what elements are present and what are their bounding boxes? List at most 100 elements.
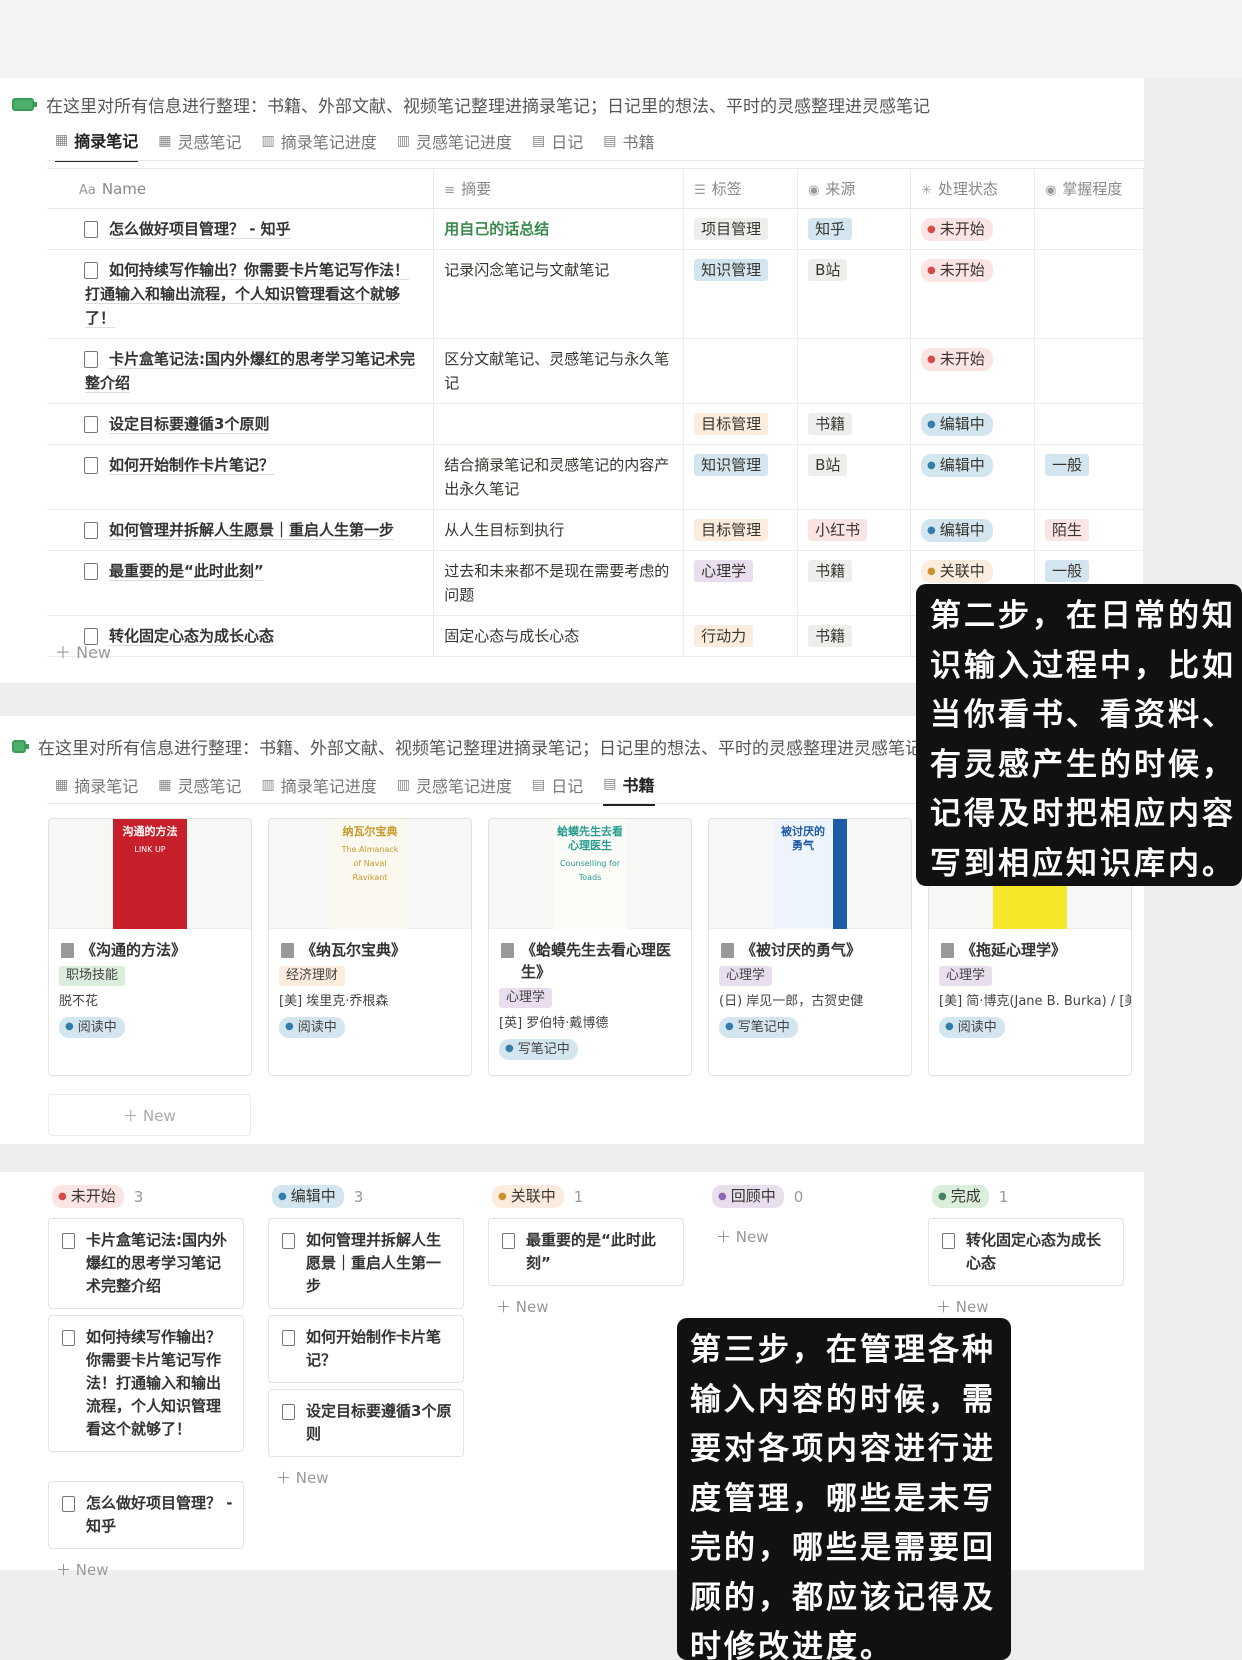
row-name[interactable]: 怎么做好项目管理？ - 知乎 — [85, 217, 423, 241]
row-mastery-cell[interactable]: 一般 — [1034, 444, 1145, 510]
tab-2[interactable]: ▥ 摘录笔记进度 — [262, 128, 377, 162]
tab-3[interactable]: ▥ 灵感笔记进度 — [397, 772, 512, 806]
table-new-row-button[interactable]: ＋ New — [55, 639, 111, 663]
book-card[interactable]: 被讨厌的勇气《被讨厌的勇气》心理学 (日) 岸见一郎，古贺史健写笔记中 — [708, 818, 912, 1076]
row-tag-cell[interactable] — [683, 338, 799, 404]
row-name-cell[interactable]: 设定目标要遵循3个原则 — [47, 403, 435, 445]
row-tag-cell[interactable]: 行动力 — [683, 615, 799, 657]
row-name-cell[interactable]: 如何管理并拆解人生愿景｜重启人生第一步 — [47, 509, 435, 551]
board-new-button[interactable]: ＋ New — [276, 1467, 329, 1488]
row-mastery-cell[interactable] — [1034, 208, 1145, 250]
row-name[interactable]: 设定目标要遵循3个原则 — [85, 412, 423, 436]
board-new-button[interactable]: ＋ New — [56, 1559, 109, 1580]
tab-1[interactable]: ▦ 灵感笔记 — [158, 772, 241, 806]
row-name-cell[interactable]: 如何持续写作输出？你需要卡片笔记写作法！打通输入和输出流程，个人知识管理看这个就… — [47, 249, 435, 339]
board-card[interactable]: 如何持续写作输出？你需要卡片笔记写作法！打通输入和输出流程，个人知识管理看这个就… — [48, 1315, 244, 1452]
tab-4[interactable]: ▤ 日记 — [532, 128, 583, 162]
column-header-0[interactable]: Aa Name — [47, 168, 435, 209]
row-source-cell[interactable]: 小红书 — [797, 509, 912, 551]
board-card[interactable]: 如何开始制作卡片笔记？ — [268, 1315, 464, 1383]
board-column-header[interactable]: 未开始 3 — [52, 1185, 143, 1208]
row-tag-cell[interactable]: 项目管理 — [683, 208, 799, 250]
row-name-cell[interactable]: 如何开始制作卡片笔记？ — [47, 444, 435, 510]
book-title[interactable]: 《蛤蟆先生去看心理医生》 — [489, 929, 691, 983]
row-name[interactable]: 如何管理并拆解人生愿景｜重启人生第一步 — [85, 518, 423, 542]
row-source-cell[interactable]: 书籍 — [797, 550, 912, 616]
row-source-cell[interactable]: B站 — [797, 444, 912, 510]
table-row[interactable]: 卡片盒笔记法:国内外爆红的思考学习笔记术完整介绍 区分文献笔记、灵感笔记与永久笔记… — [47, 338, 1145, 404]
table-row[interactable]: 如何管理并拆解人生愿景｜重启人生第一步 从人生目标到执行 目标管理 小红书 编辑中 陌生 — [47, 509, 1145, 551]
column-header-3[interactable]: ◉ 来源 — [797, 168, 912, 209]
board-column-header[interactable]: 关联中 1 — [492, 1185, 583, 1208]
tab-4[interactable]: ▤ 日记 — [532, 772, 583, 806]
row-tag-cell[interactable]: 知识管理 — [683, 444, 799, 510]
book-card[interactable]: 沟通的方法 LINK UP 《沟通的方法》职场技能脱不花阅读中 — [48, 818, 252, 1076]
book-card[interactable]: 蛤蟆先生去看心理医生 Counselling for Toads 《蛤蟆先生去看心理… — [488, 818, 692, 1076]
row-status-cell[interactable]: 未开始 — [910, 208, 1035, 250]
column-header-1[interactable]: ≡ 摘要 — [433, 168, 685, 209]
row-tag-cell[interactable]: 目标管理 — [683, 403, 799, 445]
row-summary-cell[interactable]: 过去和未来都不是现在需要考虑的问题 — [433, 550, 685, 616]
column-header-4[interactable]: ✳ 处理状态 — [910, 168, 1035, 209]
row-source-cell[interactable] — [797, 338, 912, 404]
row-status-cell[interactable]: 编辑中 — [910, 509, 1035, 551]
tab-5[interactable]: ▤ 书籍 — [603, 772, 655, 806]
table-row[interactable]: 如何持续写作输出？你需要卡片笔记写作法！打通输入和输出流程，个人知识管理看这个就… — [47, 249, 1145, 339]
table-row[interactable]: 怎么做好项目管理？ - 知乎 用自己的话总结 项目管理 知乎 未开始 — [47, 208, 1145, 250]
column-header-2[interactable]: ☰ 标签 — [683, 168, 799, 209]
board-column-header[interactable]: 回顾中 0 — [712, 1185, 803, 1208]
tab-1[interactable]: ▦ 灵感笔记 — [158, 128, 241, 162]
column-header-5[interactable]: ◉ 掌握程度 — [1034, 168, 1145, 209]
row-tag-cell[interactable]: 目标管理 — [683, 509, 799, 551]
row-tag-cell[interactable]: 知识管理 — [683, 249, 799, 339]
board-card[interactable]: 卡片盒笔记法:国内外爆红的思考学习笔记术完整介绍 — [48, 1218, 244, 1309]
gallery-new-button[interactable]: ＋ New — [48, 1094, 251, 1136]
tab-0[interactable]: ▦ 摘录笔记 — [55, 772, 138, 806]
board-new-button[interactable]: ＋ New — [716, 1226, 769, 1247]
row-mastery-cell[interactable] — [1034, 249, 1145, 339]
row-status-cell[interactable]: 编辑中 — [910, 444, 1035, 510]
row-summary-cell[interactable]: 记录闪念笔记与文献笔记 — [433, 249, 685, 339]
row-mastery-cell[interactable]: 陌生 — [1034, 509, 1145, 551]
row-status-cell[interactable]: 未开始 — [910, 249, 1035, 339]
book-title[interactable]: 《沟通的方法》 — [49, 929, 251, 961]
board-card[interactable]: 设定目标要遵循3个原则 — [268, 1389, 464, 1457]
board-card[interactable]: 转化固定心态为成长心态 — [928, 1218, 1124, 1286]
row-name[interactable]: 卡片盒笔记法:国内外爆红的思考学习笔记术完整介绍 — [85, 347, 423, 395]
row-summary-cell[interactable]: 区分文献笔记、灵感笔记与永久笔记 — [433, 338, 685, 404]
row-name-cell[interactable]: 怎么做好项目管理？ - 知乎 — [47, 208, 435, 250]
row-source-cell[interactable]: 知乎 — [797, 208, 912, 250]
board-column-header[interactable]: 编辑中 3 — [272, 1185, 363, 1208]
row-name[interactable]: 转化固定心态为成长心态 — [85, 624, 423, 648]
row-tag-cell[interactable]: 心理学 — [683, 550, 799, 616]
board-card[interactable]: 如何管理并拆解人生愿景｜重启人生第一步 — [268, 1218, 464, 1309]
board-card[interactable]: 最重要的是“此时此刻” — [488, 1218, 684, 1286]
row-summary-cell[interactable] — [433, 403, 685, 445]
board-card[interactable]: 怎么做好项目管理？ - 知乎 — [48, 1481, 244, 1549]
row-name[interactable]: 如何持续写作输出？你需要卡片笔记写作法！打通输入和输出流程，个人知识管理看这个就… — [85, 258, 423, 330]
row-status-cell[interactable]: 未开始 — [910, 338, 1035, 404]
row-name[interactable]: 最重要的是“此时此刻” — [85, 559, 423, 583]
tab-2[interactable]: ▥ 摘录笔记进度 — [262, 772, 377, 806]
tab-0[interactable]: ▦ 摘录笔记 — [55, 128, 139, 162]
table-row[interactable]: 设定目标要遵循3个原则 目标管理 书籍 编辑中 — [47, 403, 1145, 445]
row-mastery-cell[interactable] — [1034, 338, 1145, 404]
book-title[interactable]: 《纳瓦尔宝典》 — [269, 929, 471, 961]
book-title[interactable]: 《被讨厌的勇气》 — [709, 929, 911, 961]
row-source-cell[interactable]: B站 — [797, 249, 912, 339]
row-summary-cell[interactable]: 固定心态与成长心态 — [433, 615, 685, 657]
table-row[interactable]: 如何开始制作卡片笔记？ 结合摘录笔记和灵感笔记的内容产出永久笔记 知识管理 B站 编辑中… — [47, 444, 1145, 510]
row-name[interactable]: 如何开始制作卡片笔记？ — [85, 453, 423, 477]
book-title[interactable]: 《拖延心理学》 — [929, 929, 1131, 961]
row-name-cell[interactable]: 卡片盒笔记法:国内外爆红的思考学习笔记术完整介绍 — [47, 338, 435, 404]
row-summary-cell[interactable]: 从人生目标到执行 — [433, 509, 685, 551]
row-name-cell[interactable]: 最重要的是“此时此刻” — [47, 550, 435, 616]
row-source-cell[interactable]: 书籍 — [797, 403, 912, 445]
board-new-button[interactable]: ＋ New — [936, 1296, 989, 1317]
tab-5[interactable]: ▤ 书籍 — [603, 128, 654, 162]
row-source-cell[interactable]: 书籍 — [797, 615, 912, 657]
board-new-button[interactable]: ＋ New — [496, 1296, 549, 1317]
row-mastery-cell[interactable] — [1034, 403, 1145, 445]
row-summary-cell[interactable]: 结合摘录笔记和灵感笔记的内容产出永久笔记 — [433, 444, 685, 510]
tab-3[interactable]: ▥ 灵感笔记进度 — [397, 128, 512, 162]
